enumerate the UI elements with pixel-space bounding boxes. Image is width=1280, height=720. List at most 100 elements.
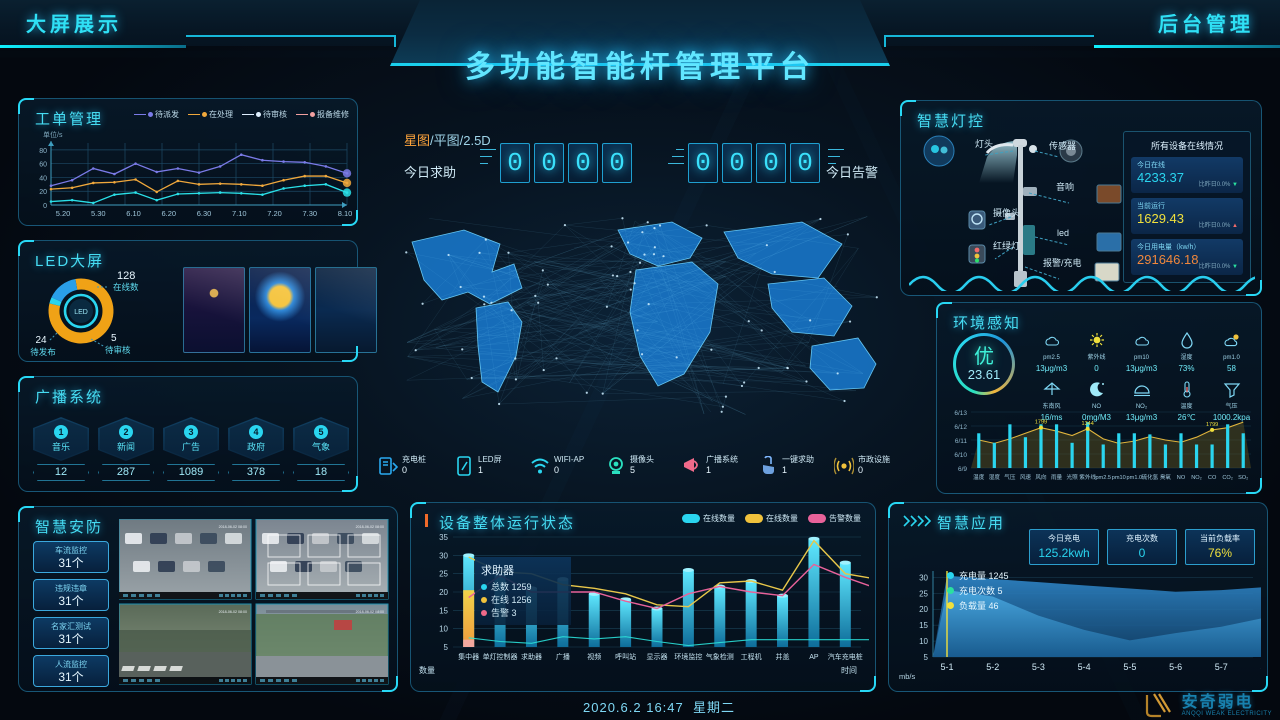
camera-feed[interactable]: 2018-06-02 08:00 xyxy=(119,519,251,599)
environment-metric: 紫外线 0 xyxy=(1074,331,1119,374)
chart-text: 30 xyxy=(439,551,448,560)
counter-digit: 0 xyxy=(500,143,530,183)
chart-text: 2018-06-02 08:00 xyxy=(356,525,384,529)
aqi-gauge: 优 23.61 xyxy=(953,333,1015,395)
security-button-label: 人流监控 xyxy=(34,656,108,670)
device-icon-item[interactable]: 广播系统 1 xyxy=(682,455,756,476)
legend-item: 告警数量 xyxy=(808,513,861,524)
chart-text: 集中器 xyxy=(458,652,479,661)
device-icon-count: 0 xyxy=(402,465,426,476)
chart-text: 60 xyxy=(39,162,47,169)
tooltip-row: 在线 1256 xyxy=(481,594,565,607)
nav-admin-console[interactable]: 后台管理 xyxy=(1158,8,1254,37)
kpi-value: 125.2kwh xyxy=(1030,546,1098,561)
security-button-label: 名家汇测试 xyxy=(34,618,108,632)
tooltip-value: 1245 xyxy=(989,571,1009,581)
tooltip-label: 充电量 xyxy=(959,571,986,581)
stat-label: 当前运行 xyxy=(1137,201,1237,211)
chart-text: 6.30 xyxy=(197,209,212,218)
led-thumbnail-pole[interactable] xyxy=(315,267,377,353)
camera-icon xyxy=(606,456,626,476)
security-title: 智慧安防 xyxy=(35,516,103,537)
broadcast-item-weather[interactable]: 5 气象 18 xyxy=(293,417,349,481)
broadcast-title: 广播系统 xyxy=(35,386,103,407)
counter-digit: 0 xyxy=(568,143,598,183)
view-mode-selector[interactable]: 星图/平图/2.5D xyxy=(404,130,491,149)
kpi-load-rate: 当前负载率 76% xyxy=(1185,529,1255,565)
security-button-pedestrian[interactable]: 人流监控 31个 xyxy=(33,655,109,687)
camera-feed[interactable]: 2018-06-02 08:00 xyxy=(256,604,388,684)
device-icon-count: 5 xyxy=(630,465,654,476)
device-icon-count: 1 xyxy=(478,465,502,476)
security-button-traffic[interactable]: 车流监控 31个 xyxy=(33,541,109,573)
tooltip-row: 充电次数 5 xyxy=(947,584,1009,599)
broadcast-item-music[interactable]: 1 音乐 12 xyxy=(33,417,89,481)
device-icon-item[interactable]: LED屏 1 xyxy=(454,455,528,476)
metric-label: pm1.0 xyxy=(1209,354,1254,363)
led-thumbnail-5g[interactable] xyxy=(249,267,311,353)
broadcast-item-government[interactable]: 4 政府 378 xyxy=(228,417,284,481)
environment-metric: pm2.5 13μg/m3 xyxy=(1029,331,1074,374)
tooltip-label: 负载量 xyxy=(959,601,986,611)
chart-text: 5 xyxy=(111,333,117,344)
security-button-value: 31个 xyxy=(34,594,108,608)
chart-text: mb/s xyxy=(899,672,916,681)
sun-icon xyxy=(1087,331,1107,349)
world-map[interactable] xyxy=(372,196,912,452)
smart-pole-diagram xyxy=(909,127,1139,289)
device-icon-label: LED屏 xyxy=(478,455,502,465)
legend-label: 在线数量 xyxy=(703,514,735,523)
device-icon-item[interactable]: 一键求助 1 xyxy=(758,455,832,476)
led-thumbnail-stage[interactable] xyxy=(183,267,245,353)
panel-work-order: 工单管理 待派发 在处理 待审核 报备维修 单位/s 0 20 40 60 80 5.20… xyxy=(18,98,358,226)
device-icon-item[interactable]: 市政设施 0 xyxy=(834,455,908,476)
tooltip-title: 求助器 xyxy=(481,562,565,578)
tooltip-label: 告警 xyxy=(491,608,509,618)
kpi-label: 当前负载率 xyxy=(1186,530,1254,546)
chart-text: 呼叫站 xyxy=(615,652,636,661)
camera-feed[interactable]: 2018-06-02 08:00 xyxy=(119,604,251,684)
device-icon-item[interactable]: 充电桩 0 xyxy=(378,455,452,476)
broadcast-value: 378 xyxy=(228,464,284,481)
counter-digit: 0 xyxy=(688,143,718,183)
metric-value: 13μg/m3 xyxy=(1029,363,1074,374)
cloud-icon xyxy=(1042,331,1062,349)
chart-text: pm1.0 xyxy=(1127,475,1143,481)
device-icon-item[interactable]: 摄像头 5 xyxy=(606,455,680,476)
chart-text: 5-5 xyxy=(1123,662,1136,672)
dashboard-root: 大屏展示 后台管理 多功能智能杆管理平台 工单管理 待派发 在处理 待审核 报备… xyxy=(0,0,1280,720)
camera-feed[interactable]: 2018-06-02 08:00 xyxy=(256,519,388,599)
chart-text: 2018-06-02 08:00 xyxy=(219,525,247,529)
view-mode-rest[interactable]: /平图/2.5D xyxy=(430,133,491,148)
chart-text: 6/13 xyxy=(954,410,967,417)
camera-grid[interactable]: 2018-06-02 08:00 2018-06-02 08:00 2018-06-… xyxy=(119,519,389,685)
chart-text: 在线数 xyxy=(113,282,139,292)
security-button-mingjiahui[interactable]: 名家汇测试 31个 xyxy=(33,617,109,649)
device-icon-item[interactable]: WIFI-AP 0 xyxy=(530,455,604,476)
legend-label: 报备维修 xyxy=(317,110,349,119)
smart-app-tooltip: 充电量 1245 充电次数 5 负载量 46 xyxy=(947,569,1009,614)
panel-security: 智慧安防 车流监控 31个 违规违章 31个 名家汇测试 31个 人流监控 31… xyxy=(18,506,398,692)
broadcast-value: 287 xyxy=(98,464,154,481)
pole-label-speaker: 音响 xyxy=(1056,180,1074,193)
legend-label: 告警数量 xyxy=(829,514,861,523)
broadcast-badge: 5 xyxy=(314,425,328,439)
droplet-icon xyxy=(1177,331,1197,349)
security-button-violation[interactable]: 违规违章 31个 xyxy=(33,579,109,611)
chart-text: LED xyxy=(74,309,88,316)
counter-digit: 0 xyxy=(790,143,820,183)
broadcast-item-news[interactable]: 2 新闻 287 xyxy=(98,417,154,481)
chart-text: 待发布 xyxy=(30,347,56,357)
security-button-value: 31个 xyxy=(34,632,108,646)
today-help-counter: 0000 xyxy=(500,143,632,183)
device-icon-count: 1 xyxy=(706,465,738,476)
nav-big-screen[interactable]: 大屏展示 xyxy=(26,8,122,37)
broadcast-item-ad[interactable]: 3 广告 1089 xyxy=(163,417,219,481)
stats-title: 所有设备在线情况 xyxy=(1124,132,1250,152)
broadcast-label: 新闻 xyxy=(117,440,135,453)
device-status-tooltip: 求助器 总数 1259 在线 1256 告警 3 xyxy=(475,557,571,625)
view-mode-active[interactable]: 星图 xyxy=(404,133,430,148)
header-accent-line-right xyxy=(1094,45,1280,48)
broadcast-value: 18 xyxy=(293,464,349,481)
cloud-icon xyxy=(1132,331,1152,349)
